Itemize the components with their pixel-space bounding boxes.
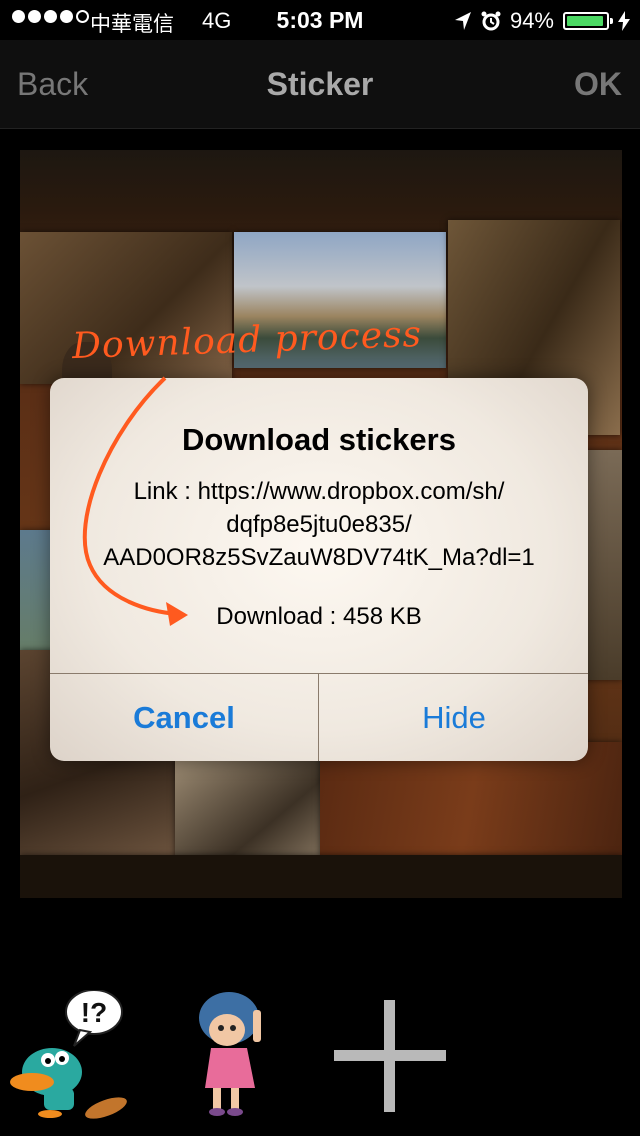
button-divider — [318, 673, 319, 761]
link-line: Link : https://www.dropbox.com/sh/ — [133, 478, 505, 505]
battery-percent: 94% — [509, 8, 554, 33]
alarm-clock-icon — [481, 11, 501, 31]
page-title: Sticker — [266, 66, 374, 102]
cancel-button[interactable]: Cancel — [50, 674, 318, 761]
dialog-title: Download stickers — [182, 422, 456, 457]
dialog-link-text: Link : https://www.dropbox.com/sh/ dqfp8… — [50, 475, 588, 574]
girl-sticker[interactable] — [185, 988, 275, 1118]
charging-bolt-icon — [618, 11, 630, 31]
location-arrow-icon — [454, 12, 471, 30]
ok-button[interactable]: OK — [574, 66, 622, 103]
photo-strip — [20, 855, 622, 898]
battery-icon — [563, 12, 613, 30]
hide-button[interactable]: Hide — [320, 674, 588, 761]
link-line: dqfp8e5jtu0e835/ — [226, 511, 412, 538]
platypus-sticker[interactable]: !? — [10, 990, 130, 1120]
link-line: AAD0OR8z5SvZauW8DV74tK_Ma?dl=1 — [103, 544, 535, 571]
status-right-group: 94% — [454, 8, 630, 34]
status-bar: 中華電信 4G 5:03 PM 94% — [0, 0, 640, 40]
download-size-text: Download : 458 KB — [216, 603, 422, 630]
add-sticker-plus-icon[interactable] — [334, 1000, 446, 1112]
navigation-bar: Back Sticker OK — [0, 40, 640, 129]
download-dialog: Download stickers Link : https://www.dro… — [50, 378, 588, 761]
speech-bubble-text: !? — [81, 997, 107, 1028]
